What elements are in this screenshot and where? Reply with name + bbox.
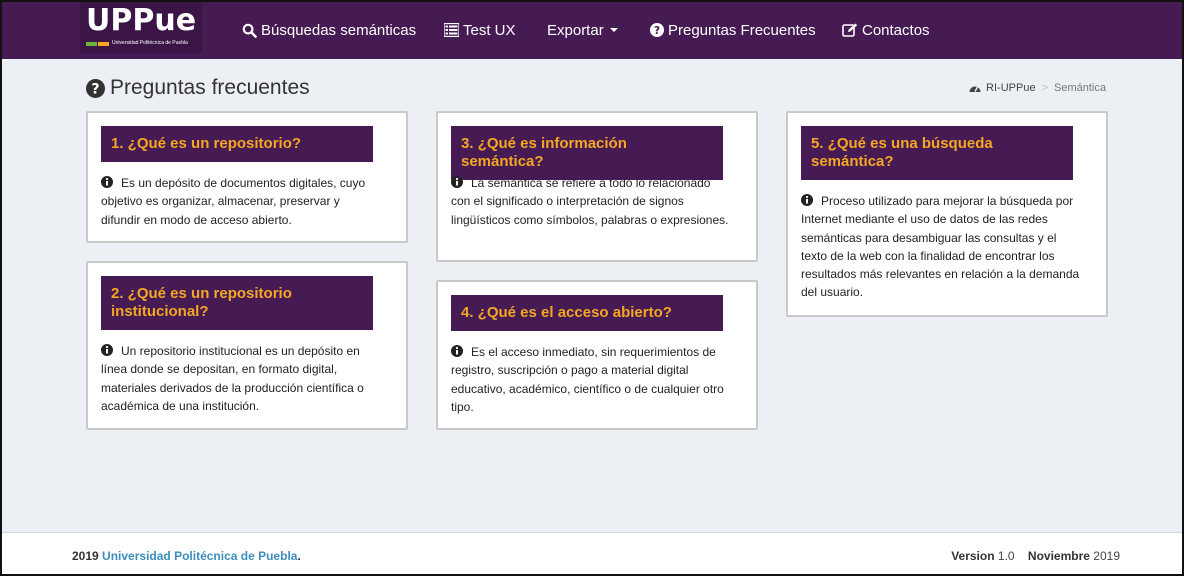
info-icon xyxy=(101,344,113,356)
faq-answer-text: La semántica se refiere a todo lo relaci… xyxy=(451,176,729,227)
faq-card-2: 2. ¿Qué es un repositorio institucional?… xyxy=(86,261,408,430)
nav-test-ux[interactable]: Test UX xyxy=(444,19,516,41)
faq-card-3: 3. ¿Qué es información semántica? La sem… xyxy=(436,111,758,262)
list-icon xyxy=(444,23,459,37)
nav-contactos[interactable]: Contactos xyxy=(842,19,930,41)
svg-text:?: ? xyxy=(654,25,660,37)
faq-card-4: 4. ¿Qué es el acceso abierto? Es el acce… xyxy=(436,280,758,430)
faq-card-body: Un repositorio institucional es un depós… xyxy=(101,342,381,415)
dashboard-icon xyxy=(969,86,981,92)
app-frame: UPPue Universidad Politécnica de Puebla … xyxy=(0,0,1184,576)
faq-answer-text: Es un depósito de documentos digitales, … xyxy=(101,176,366,227)
logo-text: UPPue xyxy=(86,3,197,38)
footer-year: 2019 xyxy=(72,549,99,563)
faq-card-body: Es un depósito de documentos digitales, … xyxy=(101,174,381,229)
nav-busquedas-semanticas[interactable]: Búsquedas semánticas xyxy=(242,19,416,41)
footer-version-number: 1.0 xyxy=(997,549,1015,563)
search-icon xyxy=(242,23,257,38)
footer-org-link[interactable]: Universidad Politécnica de Puebla xyxy=(102,549,297,563)
logo-subtitle: Universidad Politécnica de Puebla xyxy=(112,40,188,46)
question-circle-icon: ? xyxy=(650,23,664,37)
footer-version: Version 1.0 Noviembre 2019 xyxy=(951,549,1120,563)
faq-answer-text: Proceso utilizado para mejorar la búsque… xyxy=(801,194,1080,300)
nav-label: Test UX xyxy=(463,21,516,39)
caret-down-icon xyxy=(609,28,618,32)
faq-answer-text: Es el acceso inmediato, sin requerimient… xyxy=(451,345,724,414)
faq-card-5: 5. ¿Qué es una búsqueda semántica? Proce… xyxy=(786,111,1108,317)
navbar: UPPue Universidad Politécnica de Puebla … xyxy=(2,2,1182,59)
nav-preguntas-frecuentes[interactable]: ? Preguntas Frecuentes xyxy=(650,19,816,41)
faq-card-title: 4. ¿Qué es el acceso abierto? xyxy=(451,295,723,331)
faq-card-body: Es el acceso inmediato, sin requerimient… xyxy=(451,343,731,416)
info-icon xyxy=(451,345,463,357)
faq-card-body: Proceso utilizado para mejorar la búsque… xyxy=(801,192,1081,302)
nav-label: Exportar xyxy=(547,21,604,39)
faq-card-title: 3. ¿Qué es información semántica? xyxy=(451,126,723,180)
info-icon xyxy=(101,176,113,188)
question-circle-icon: ? xyxy=(86,78,105,98)
nav-label: Contactos xyxy=(862,21,930,39)
brand-logo[interactable]: UPPue Universidad Politécnica de Puebla xyxy=(80,2,202,53)
faq-card-title: 1. ¿Qué es un repositorio? xyxy=(101,126,373,162)
nav-label: Búsquedas semánticas xyxy=(261,21,417,39)
svg-text:?: ? xyxy=(91,81,99,97)
footer: 2019 Universidad Politécnica de Puebla. … xyxy=(2,532,1182,574)
faq-card-body: La semántica se refiere a todo lo relaci… xyxy=(451,174,731,229)
breadcrumb-separator: > xyxy=(1041,82,1049,94)
page-title: ? Preguntas frecuentes xyxy=(86,76,310,100)
faq-card-1: 1. ¿Qué es un repositorio? Es un depósit… xyxy=(86,111,408,243)
logo-green-bar xyxy=(86,42,97,46)
nav-exportar-dropdown[interactable]: Exportar xyxy=(547,19,618,41)
edit-icon xyxy=(842,23,858,37)
footer-version-label: Version xyxy=(951,549,995,563)
footer-copyright: 2019 Universidad Politécnica de Puebla. xyxy=(72,549,301,563)
nav-label: Preguntas Frecuentes xyxy=(668,21,816,39)
logo-orange-bar xyxy=(98,42,109,46)
info-icon xyxy=(451,176,463,188)
breadcrumb-current: Semántica xyxy=(1054,82,1106,94)
footer-dot: . xyxy=(297,549,301,563)
page-title-text: Preguntas frecuentes xyxy=(110,76,310,99)
faq-answer-text: Un repositorio institucional es un depós… xyxy=(101,344,364,413)
breadcrumb: RI-UPPue > Semántica xyxy=(969,82,1106,94)
info-icon xyxy=(801,194,813,206)
faq-card-title: 5. ¿Qué es una búsqueda semántica? xyxy=(801,126,1073,180)
breadcrumb-home[interactable]: RI-UPPue xyxy=(986,82,1036,94)
footer-month: Noviembre xyxy=(1027,549,1090,563)
footer-release-year: 2019 xyxy=(1093,549,1120,563)
faq-card-title: 2. ¿Qué es un repositorio institucional? xyxy=(101,276,373,330)
